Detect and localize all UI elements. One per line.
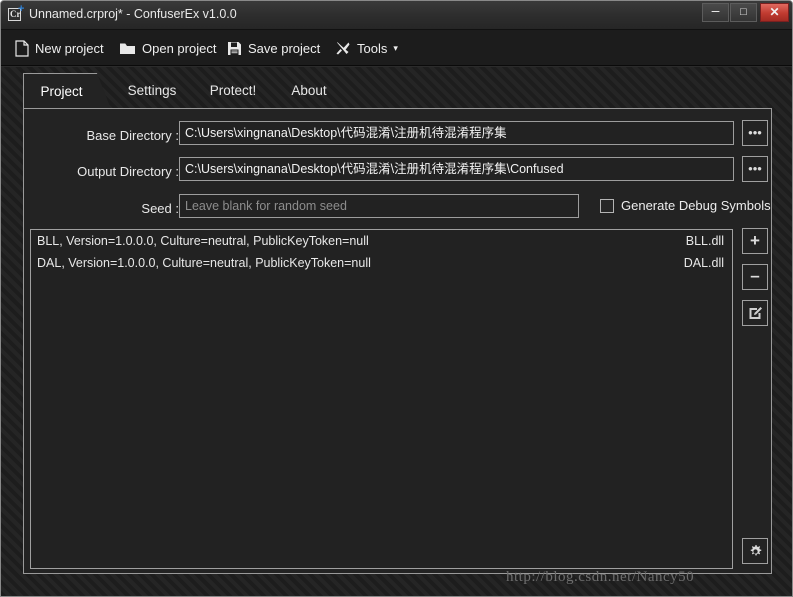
tab-strip: Project Settings Protect! About [23, 73, 772, 109]
table-row[interactable]: DAL, Version=1.0.0.0, Culture=neutral, P… [31, 252, 732, 274]
tab-settings-label: Settings [127, 83, 177, 98]
ellipsis-icon: ••• [748, 161, 762, 176]
tab-protect[interactable]: Protect! [195, 73, 271, 109]
close-button[interactable]: ✕ [760, 3, 789, 22]
project-panel: Base Directory : C:\Users\xingnana\Deskt… [23, 108, 772, 574]
minimize-button[interactable]: – [702, 3, 729, 22]
tools-icon [335, 41, 351, 56]
seed-label: Seed : [141, 201, 179, 216]
base-directory-label: Base Directory : [86, 128, 179, 143]
remove-assembly-button[interactable]: – [742, 264, 768, 290]
output-directory-input[interactable]: C:\Users\xingnana\Desktop\代码混淆\注册机待混淆程序集… [179, 157, 734, 181]
window-title: Unnamed.crproj* - ConfuserEx v1.0.0 [29, 7, 237, 21]
output-directory-browse-button[interactable]: ••• [742, 156, 768, 182]
pencil-edit-icon [743, 301, 767, 325]
assembly-file: DAL.dll [683, 256, 724, 270]
save-project-button[interactable]: Save project [221, 30, 326, 66]
tab-protect-label: Protect! [209, 83, 257, 98]
edit-assembly-button[interactable] [742, 300, 768, 326]
watermark-text: http://blog.csdn.net/Nancy50 [506, 569, 695, 585]
tab-about[interactable]: About [275, 73, 343, 109]
chevron-down-icon: ▾ [393, 42, 398, 53]
assembly-name: BLL, Version=1.0.0.0, Culture=neutral, P… [37, 234, 369, 248]
base-directory-input[interactable]: C:\Users\xingnana\Desktop\代码混淆\注册机待混淆程序集 [179, 121, 734, 145]
seed-input[interactable]: Leave blank for random seed [179, 194, 579, 218]
maximize-icon: □ [740, 6, 747, 18]
ellipsis-icon: ••• [748, 125, 762, 140]
new-project-button[interactable]: New project [9, 30, 110, 66]
generate-debug-symbols-label: Generate Debug Symbols [621, 198, 771, 213]
folder-icon [119, 41, 136, 55]
open-project-label: Open project [142, 40, 217, 56]
generate-debug-symbols-checkbox[interactable]: Generate Debug Symbols [600, 198, 771, 213]
close-icon: ✕ [769, 5, 780, 19]
gear-icon [743, 539, 767, 563]
title-bar: Cr + Unnamed.crproj* - ConfuserEx v1.0.0… [1, 1, 792, 30]
assembly-list[interactable]: BLL, Version=1.0.0.0, Culture=neutral, P… [30, 229, 733, 569]
confuserex-app-icon: Cr + [8, 3, 25, 23]
plus-icon: + [750, 231, 760, 250]
tab-project-label: Project [40, 84, 83, 99]
tools-label: Tools [357, 40, 388, 56]
assembly-file: BLL.dll [685, 234, 724, 248]
new-project-label: New project [35, 40, 104, 56]
tools-menu-button[interactable]: Tools ▾ [329, 30, 404, 66]
floppy-disk-icon [227, 41, 242, 56]
assembly-name: DAL, Version=1.0.0.0, Culture=neutral, P… [37, 256, 371, 270]
checkbox-box [600, 198, 614, 213]
table-row[interactable]: BLL, Version=1.0.0.0, Culture=neutral, P… [31, 230, 732, 252]
document-icon [15, 39, 29, 57]
add-assembly-button[interactable]: + [742, 228, 768, 254]
tab-project[interactable]: Project [23, 73, 111, 109]
output-directory-label: Output Directory : [77, 164, 179, 179]
minus-icon: – [750, 266, 760, 285]
base-directory-browse-button[interactable]: ••• [742, 120, 768, 146]
tab-about-label: About [291, 83, 327, 98]
list-settings-button[interactable] [742, 538, 768, 564]
tab-settings[interactable]: Settings [113, 73, 191, 109]
main-toolbar: New project Open project Save project To… [1, 30, 792, 66]
app-icon-plus: + [18, 3, 25, 15]
open-project-button[interactable]: Open project [113, 30, 222, 66]
save-project-label: Save project [248, 40, 321, 56]
minimize-icon: – [711, 2, 720, 18]
application-window: Cr + Unnamed.crproj* - ConfuserEx v1.0.0… [0, 0, 793, 597]
maximize-button[interactable]: □ [730, 3, 757, 22]
